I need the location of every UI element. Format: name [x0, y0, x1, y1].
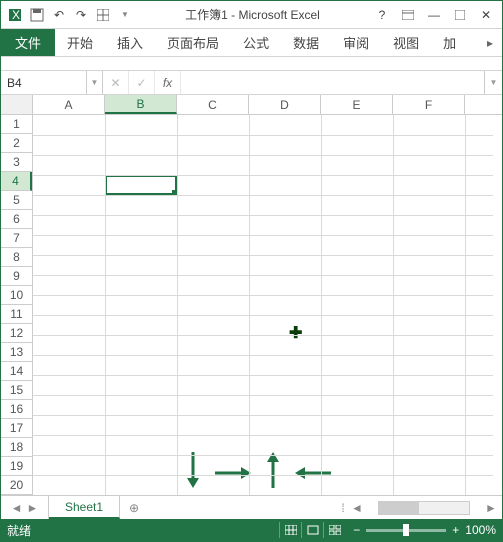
- nav-prev-icon[interactable]: ◄: [11, 501, 23, 515]
- tab-addins[interactable]: 加: [431, 29, 468, 56]
- row-header-7[interactable]: 7: [1, 229, 32, 248]
- ribbon-display-icon[interactable]: [396, 5, 420, 25]
- col-header-C[interactable]: C: [177, 95, 249, 114]
- ribbon-body: [1, 57, 502, 71]
- zoom-thumb[interactable]: [403, 524, 409, 536]
- arrow-right-icon: [213, 463, 253, 483]
- row-header-9[interactable]: 9: [1, 267, 32, 286]
- ribbon-collapse-icon[interactable]: ▸: [478, 29, 502, 56]
- normal-view-icon[interactable]: [279, 522, 301, 538]
- zoom-slider[interactable]: [366, 529, 446, 532]
- grid-body: 1 2 3 4 5 6 7 8 9 10 11 12 13 14 15 16 1…: [1, 115, 502, 495]
- col-header-D[interactable]: D: [249, 95, 321, 114]
- row-header-5[interactable]: 5: [1, 191, 32, 210]
- sheet-nav-buttons[interactable]: ◄ ►: [1, 496, 49, 519]
- minimize-icon[interactable]: —: [422, 5, 446, 25]
- scroll-left-icon[interactable]: ◄: [350, 501, 364, 515]
- cursor-crosshair-icon: ✚: [289, 323, 302, 343]
- svg-text:X: X: [12, 8, 20, 22]
- tab-page-layout[interactable]: 页面布局: [155, 29, 231, 56]
- tab-insert[interactable]: 插入: [105, 29, 155, 56]
- arrow-down-icon: [183, 450, 203, 490]
- arrow-up-icon: [263, 450, 283, 490]
- redo-icon[interactable]: ↷: [71, 5, 91, 25]
- cancel-icon[interactable]: ✕: [103, 71, 129, 94]
- fx-button[interactable]: fx: [155, 71, 181, 94]
- file-tab[interactable]: 文件: [1, 29, 55, 56]
- zoom-in-button[interactable]: +: [452, 523, 459, 537]
- status-bar: 就绪 − + 100%: [1, 519, 502, 541]
- zoom-out-button[interactable]: −: [353, 523, 360, 537]
- nav-next-icon[interactable]: ►: [27, 501, 39, 515]
- maximize-icon[interactable]: [448, 5, 472, 25]
- window-controls: ? — ✕: [370, 5, 498, 25]
- row-header-15[interactable]: 15: [1, 381, 32, 400]
- row-header-16[interactable]: 16: [1, 400, 32, 419]
- select-all-corner[interactable]: [1, 95, 33, 114]
- close-icon[interactable]: ✕: [474, 5, 498, 25]
- row-header-4[interactable]: 4: [1, 172, 32, 191]
- col-header-B[interactable]: B: [105, 95, 177, 114]
- row-header-10[interactable]: 10: [1, 286, 32, 305]
- qat-dropdown-icon[interactable]: ▼: [115, 5, 135, 25]
- row-header-8[interactable]: 8: [1, 248, 32, 267]
- status-ready: 就绪: [7, 522, 279, 539]
- cells-area[interactable]: ✚: [33, 115, 502, 495]
- row-header-20[interactable]: 20: [1, 476, 32, 495]
- formula-bar: B4 ▼ ✕ ✓ fx ▼: [1, 71, 502, 95]
- row-header-2[interactable]: 2: [1, 134, 32, 153]
- row-header-13[interactable]: 13: [1, 343, 32, 362]
- scroll-thumb[interactable]: [379, 502, 419, 514]
- grid-icon[interactable]: [93, 5, 113, 25]
- row-header-19[interactable]: 19: [1, 457, 32, 476]
- page-layout-view-icon[interactable]: [301, 522, 323, 538]
- tab-formulas[interactable]: 公式: [231, 29, 281, 56]
- col-header-E[interactable]: E: [321, 95, 393, 114]
- row-headers: 1 2 3 4 5 6 7 8 9 10 11 12 13 14 15 16 1…: [1, 115, 33, 495]
- scroll-resize-icon[interactable]: ⁞: [336, 501, 350, 515]
- excel-icon[interactable]: X: [5, 5, 25, 25]
- row-header-1[interactable]: 1: [1, 115, 32, 134]
- tab-home[interactable]: 开始: [55, 29, 105, 56]
- sheet-tab-1[interactable]: Sheet1: [49, 496, 120, 519]
- page-break-view-icon[interactable]: [323, 522, 345, 538]
- help-icon[interactable]: ?: [370, 5, 394, 25]
- scroll-track[interactable]: [378, 501, 470, 515]
- col-header-F[interactable]: F: [393, 95, 465, 114]
- column-headers: A B C D E F: [1, 95, 502, 115]
- row-header-17[interactable]: 17: [1, 419, 32, 438]
- row-header-6[interactable]: 6: [1, 210, 32, 229]
- row-header-14[interactable]: 14: [1, 362, 32, 381]
- scroll-right-icon[interactable]: ►: [484, 501, 498, 515]
- ribbon-tabs: 文件 开始 插入 页面布局 公式 数据 审阅 视图 加 ▸: [1, 29, 502, 57]
- expand-formula-bar-icon[interactable]: ▼: [484, 71, 502, 94]
- add-sheet-button[interactable]: ⊕: [120, 496, 148, 519]
- save-icon[interactable]: [27, 5, 47, 25]
- arrow-left-icon: [293, 463, 333, 483]
- row-header-12[interactable]: 12: [1, 324, 32, 343]
- view-buttons: [279, 522, 345, 538]
- quick-access-toolbar: X ↶ ↷ ▼: [5, 5, 135, 25]
- tab-review[interactable]: 审阅: [331, 29, 381, 56]
- enter-icon[interactable]: ✓: [129, 71, 155, 94]
- col-header-A[interactable]: A: [33, 95, 105, 114]
- zoom-control: − + 100%: [353, 523, 496, 537]
- window-title: 工作簿1 - Microsoft Excel: [135, 6, 370, 23]
- name-box-dropdown-icon[interactable]: ▼: [87, 71, 103, 94]
- row-header-3[interactable]: 3: [1, 153, 32, 172]
- sheet-tab-bar: ◄ ► Sheet1 ⊕ ⁞ ◄ ►: [1, 495, 502, 519]
- title-bar: X ↶ ↷ ▼ 工作簿1 - Microsoft Excel ? — ✕: [1, 1, 502, 29]
- horizontal-scrollbar[interactable]: ⁞ ◄ ►: [332, 496, 502, 519]
- zoom-level[interactable]: 100%: [465, 523, 496, 537]
- name-box[interactable]: B4: [1, 71, 87, 94]
- undo-icon[interactable]: ↶: [49, 5, 69, 25]
- spreadsheet-grid: A B C D E F 1 2 3 4 5 6 7 8 9 10 11 12 1…: [1, 95, 502, 495]
- tab-data[interactable]: 数据: [281, 29, 331, 56]
- row-header-18[interactable]: 18: [1, 438, 32, 457]
- selected-cell[interactable]: [105, 175, 177, 195]
- row-header-11[interactable]: 11: [1, 305, 32, 324]
- formula-input[interactable]: [181, 71, 484, 94]
- tab-view[interactable]: 视图: [381, 29, 431, 56]
